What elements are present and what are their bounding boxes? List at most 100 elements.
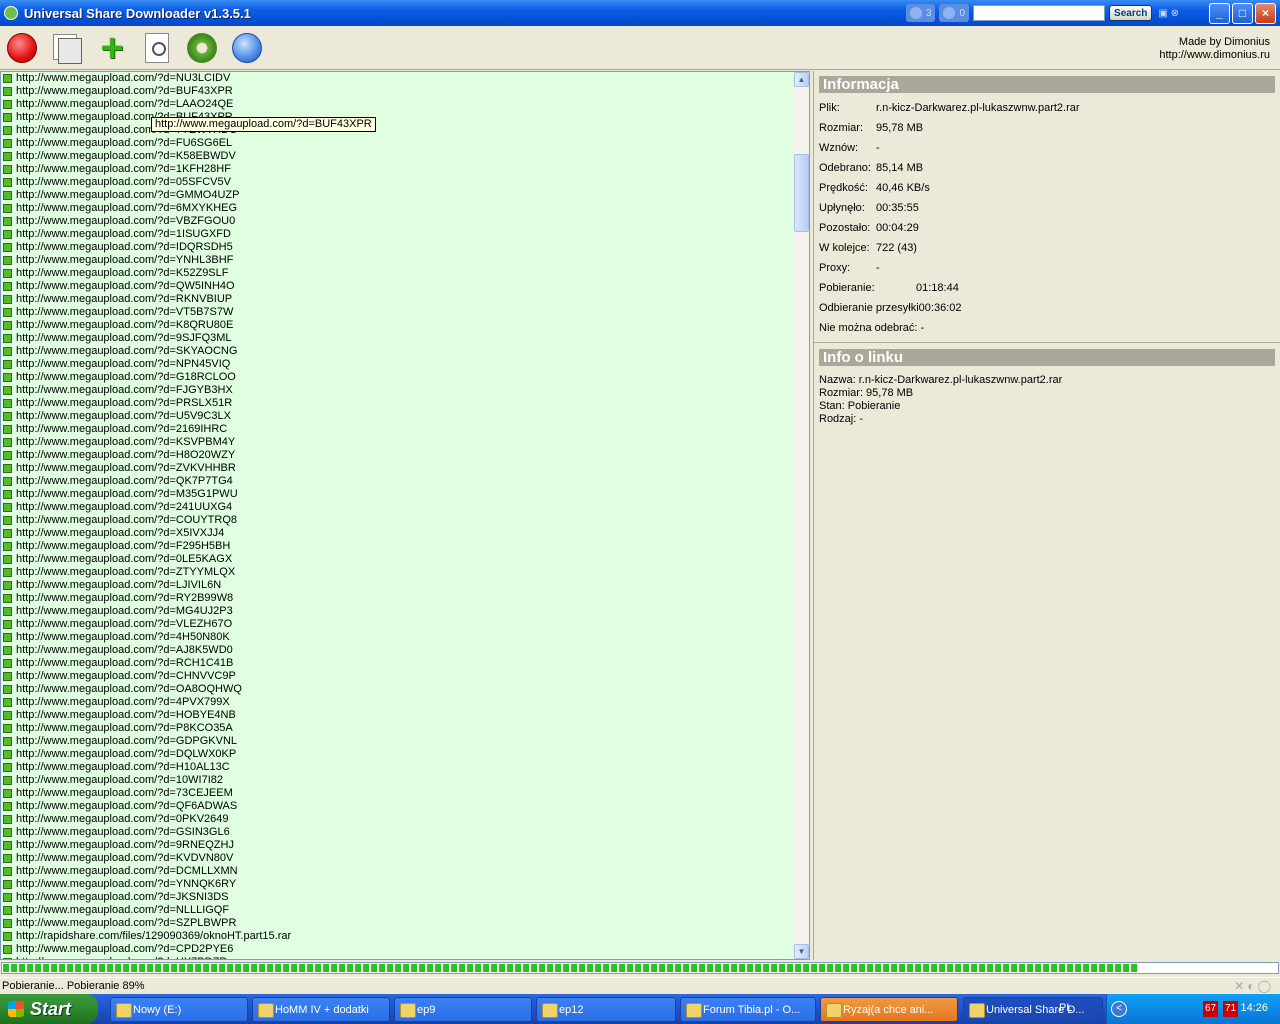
link-row[interactable]: http://www.megaupload.com/?d=73CEJEEM bbox=[1, 787, 795, 800]
link-row[interactable]: http://www.megaupload.com/?d=F295H5BH bbox=[1, 540, 795, 553]
vertical-scrollbar[interactable]: ▲ ▼ bbox=[794, 72, 809, 959]
maximize-button[interactable]: □ bbox=[1232, 2, 1253, 24]
scroll-thumb[interactable] bbox=[794, 154, 809, 232]
link-row[interactable]: http://www.megaupload.com/?d=FU6SG6EL bbox=[1, 137, 795, 150]
taskbar-task[interactable]: HoMM IV + dodatki bbox=[252, 997, 390, 1022]
taskbar-task[interactable]: ep12 bbox=[536, 997, 676, 1022]
credits-url[interactable]: http://www.dimonius.ru bbox=[1159, 49, 1270, 62]
link-row[interactable]: http://www.megaupload.com/?d=VBZFGOU0 bbox=[1, 215, 795, 228]
link-row[interactable]: http://www.megaupload.com/?d=DQLWX0KP bbox=[1, 748, 795, 761]
link-row[interactable]: http://www.megaupload.com/?d=CHNVVC9P bbox=[1, 670, 795, 683]
link-row[interactable]: http://www.megaupload.com/?d=H10AL13C bbox=[1, 761, 795, 774]
link-row[interactable]: http://www.megaupload.com/?d=9SJFQ3ML bbox=[1, 332, 795, 345]
find-button[interactable] bbox=[140, 31, 174, 65]
link-row[interactable]: http://www.megaupload.com/?d=05SFCV5V bbox=[1, 176, 795, 189]
taskbar-task[interactable]: Ryzaj(a chce ani... bbox=[820, 997, 958, 1022]
link-row[interactable]: http://www.megaupload.com/?d=SKYAOCNG bbox=[1, 345, 795, 358]
copy-button[interactable] bbox=[50, 31, 84, 65]
link-row[interactable]: http://www.megaupload.com/?d=QW5INH4O bbox=[1, 280, 795, 293]
link-row[interactable]: http://www.megaupload.com/?d=GSIN3GL6 bbox=[1, 826, 795, 839]
taskbar-task[interactable]: Nowy (E:) bbox=[110, 997, 248, 1022]
add-link-button[interactable]: + bbox=[95, 28, 129, 68]
link-row[interactable]: http://www.megaupload.com/?d=NLLLIGQF bbox=[1, 904, 795, 917]
link-row[interactable]: http://www.megaupload.com/?d=GDPGKVNL bbox=[1, 735, 795, 748]
link-row[interactable]: http://www.megaupload.com/?d=YNNQK6RY bbox=[1, 878, 795, 891]
link-row[interactable]: http://www.megaupload.com/?d=LJIVIL6N bbox=[1, 579, 795, 592]
link-row[interactable]: http://www.megaupload.com/?d=GMMO4UZP bbox=[1, 189, 795, 202]
link-row[interactable]: http://www.megaupload.com/?d=RCH1C41B bbox=[1, 657, 795, 670]
link-row[interactable]: http://www.megaupload.com/?d=4PVX799X bbox=[1, 696, 795, 709]
link-row[interactable]: http://www.megaupload.com/?d=LAAO24QE bbox=[1, 98, 795, 111]
link-row[interactable]: http://www.megaupload.com/?d=10WI7I82 bbox=[1, 774, 795, 787]
link-row[interactable]: http://www.megaupload.com/?d=241UUXG4 bbox=[1, 501, 795, 514]
link-row[interactable]: http://www.megaupload.com/?d=X5IVXJJ4 bbox=[1, 527, 795, 540]
link-row[interactable]: http://www.megaupload.com/?d=SZPLBWPR bbox=[1, 917, 795, 930]
toolbar-options-icon[interactable]: ▣ ⊗ bbox=[1158, 8, 1179, 19]
link-row[interactable]: http://www.megaupload.com/?d=2169IHRC bbox=[1, 423, 795, 436]
taskbar-task[interactable]: Universal Share D... bbox=[963, 997, 1103, 1022]
users-counter[interactable]: 0 bbox=[939, 4, 970, 22]
search-input[interactable] bbox=[973, 5, 1106, 21]
link-row[interactable]: http://www.megaupload.com/?d=K58EBWDV bbox=[1, 150, 795, 163]
link-row[interactable]: http://www.megaupload.com/?d=VLEZH67O bbox=[1, 618, 795, 631]
link-row[interactable]: http://rapidshare.com/files/129090369/ok… bbox=[1, 930, 795, 943]
taskbar-task[interactable]: ep9 bbox=[394, 997, 532, 1022]
link-row[interactable]: http://www.megaupload.com/?d=1KFH28HF bbox=[1, 163, 795, 176]
link-row[interactable]: http://www.megaupload.com/?d=YNHL3BHF bbox=[1, 254, 795, 267]
link-row[interactable]: http://www.megaupload.com/?d=DCMLLXMN bbox=[1, 865, 795, 878]
link-row[interactable]: http://www.megaupload.com/?d=HOBYE4NB bbox=[1, 709, 795, 722]
link-row[interactable]: http://www.megaupload.com/?d=KVDVN80V bbox=[1, 852, 795, 865]
link-row[interactable]: http://www.megaupload.com/?d=H8O20WZY bbox=[1, 449, 795, 462]
link-row[interactable]: http://www.megaupload.com/?d=IDQRSDH5 bbox=[1, 241, 795, 254]
tray-expand-icon[interactable]: < bbox=[1111, 1001, 1127, 1017]
link-row[interactable]: http://www.megaupload.com/?d=ZVKVHHBR bbox=[1, 462, 795, 475]
settings-button[interactable] bbox=[185, 31, 219, 65]
scroll-up-button[interactable]: ▲ bbox=[794, 72, 809, 87]
scroll-down-button[interactable]: ▼ bbox=[794, 944, 809, 959]
link-row[interactable]: http://www.megaupload.com/?d=AJ8K5WD0 bbox=[1, 644, 795, 657]
link-row[interactable]: http://www.megaupload.com/?d=G18RCLOO bbox=[1, 371, 795, 384]
link-row[interactable]: http://www.megaupload.com/?d=QF6ADWAS bbox=[1, 800, 795, 813]
link-row[interactable]: http://www.megaupload.com/?d=PRSLX51R bbox=[1, 397, 795, 410]
link-row[interactable]: http://www.megaupload.com/?d=P8KCO35A bbox=[1, 722, 795, 735]
link-row[interactable]: http://www.megaupload.com/?d=0PKV2649 bbox=[1, 813, 795, 826]
link-row[interactable]: http://www.megaupload.com/?d=KSVPBM4Y bbox=[1, 436, 795, 449]
start-button[interactable]: Start bbox=[0, 994, 98, 1024]
language-indicator[interactable]: PL bbox=[1059, 1002, 1072, 1014]
link-row[interactable]: http://www.megaupload.com/?d=0LE5KAGX bbox=[1, 553, 795, 566]
link-list[interactable]: http://www.megaupload.com/?d=NU3LCIDV htt… bbox=[1, 72, 795, 959]
minimize-button[interactable]: _ bbox=[1209, 2, 1230, 24]
link-row[interactable]: http://www.megaupload.com/?d=K52Z9SLF bbox=[1, 267, 795, 280]
link-row[interactable]: http://www.megaupload.com/?d=FJGYB3HX bbox=[1, 384, 795, 397]
link-row[interactable]: http://www.megaupload.com/?d=RY2B99W8 bbox=[1, 592, 795, 605]
stop-button[interactable] bbox=[5, 31, 39, 65]
link-row[interactable]: http://www.megaupload.com/?d=ZTYYMLQX bbox=[1, 566, 795, 579]
link-row[interactable]: http://www.megaupload.com/?d=MG4UJ2P3 bbox=[1, 605, 795, 618]
link-row[interactable]: http://www.megaupload.com/?d=K8QRU80E bbox=[1, 319, 795, 332]
link-row[interactable]: http://www.megaupload.com/?d=1ISUGXFD bbox=[1, 228, 795, 241]
status-square-icon bbox=[3, 698, 12, 707]
website-button[interactable] bbox=[230, 31, 264, 65]
link-row[interactable]: http://www.megaupload.com/?d=HX7BDZR bbox=[1, 956, 795, 959]
link-row[interactable]: http://www.megaupload.com/?d=M35G1PWU bbox=[1, 488, 795, 501]
link-row[interactable]: http://www.megaupload.com/?d=7TEWTHDO bbox=[1, 124, 795, 137]
close-button[interactable]: × bbox=[1255, 2, 1276, 24]
link-row[interactable]: http://www.megaupload.com/?d=BUF43XPR bbox=[1, 111, 795, 124]
link-row[interactable]: http://www.megaupload.com/?d=CPD2PYE6 bbox=[1, 943, 795, 956]
link-row[interactable]: http://www.megaupload.com/?d=4H50N80K bbox=[1, 631, 795, 644]
link-row[interactable]: http://www.megaupload.com/?d=9RNEQZHJ bbox=[1, 839, 795, 852]
link-row[interactable]: http://www.megaupload.com/?d=BUF43XPR bbox=[1, 85, 795, 98]
taskbar-task[interactable]: Forum Tibia.pl - O... bbox=[680, 997, 816, 1022]
link-row[interactable]: http://www.megaupload.com/?d=6MXYKHEG bbox=[1, 202, 795, 215]
link-row[interactable]: http://www.megaupload.com/?d=COUYTRQ8 bbox=[1, 514, 795, 527]
link-row[interactable]: http://www.megaupload.com/?d=U5V9C3LX bbox=[1, 410, 795, 423]
link-row[interactable]: http://www.megaupload.com/?d=QK7P7TG4 bbox=[1, 475, 795, 488]
link-row[interactable]: http://www.megaupload.com/?d=NPN45VIQ bbox=[1, 358, 795, 371]
search-button[interactable]: Search bbox=[1109, 5, 1153, 21]
link-row[interactable]: http://www.megaupload.com/?d=VT5B7S7W bbox=[1, 306, 795, 319]
downloads-counter[interactable]: 3 bbox=[905, 4, 936, 22]
link-row[interactable]: http://www.megaupload.com/?d=NU3LCIDV bbox=[1, 72, 795, 85]
link-row[interactable]: http://www.megaupload.com/?d=RKNVBIUP bbox=[1, 293, 795, 306]
link-row[interactable]: http://www.megaupload.com/?d=OA8OQHWQ bbox=[1, 683, 795, 696]
link-row[interactable]: http://www.megaupload.com/?d=JKSNI3DS bbox=[1, 891, 795, 904]
